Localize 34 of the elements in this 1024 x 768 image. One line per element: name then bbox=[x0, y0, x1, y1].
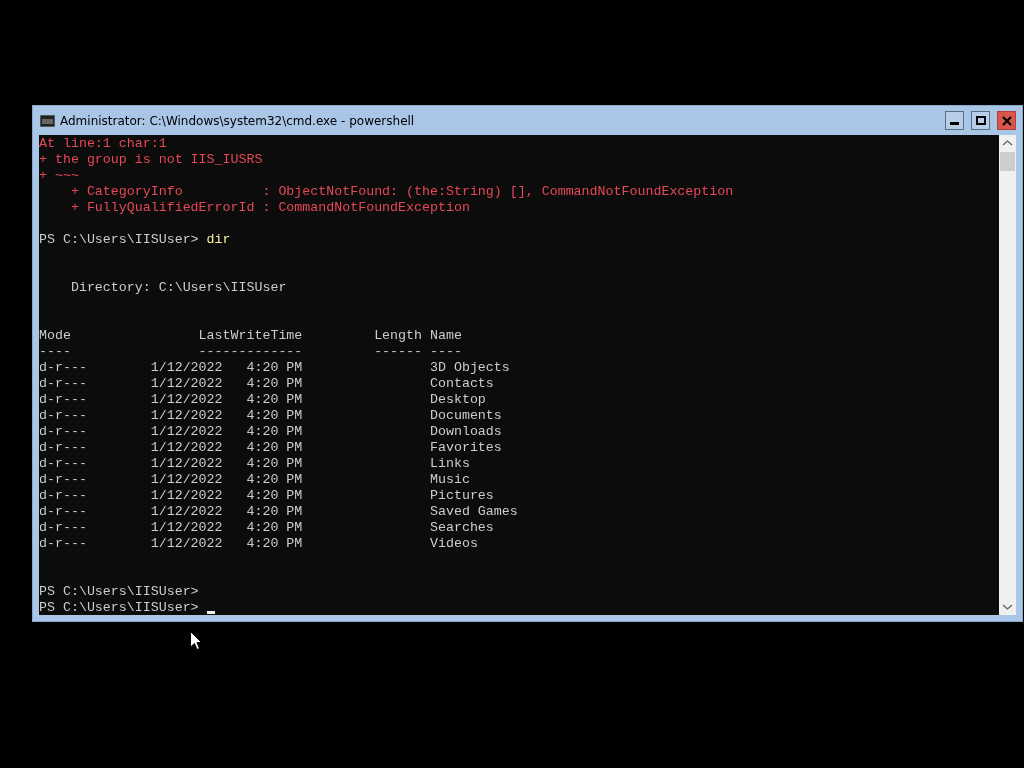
prompt-line: PS C:\Users\IISUser> bbox=[39, 600, 200, 615]
window-title: Administrator: C:\Windows\system32\cmd.exe - powershell bbox=[60, 113, 416, 128]
prompt-line: PS C:\Users\IISUser> bbox=[39, 584, 199, 599]
output-line: d-r--- 1/12/2022 4:20 PM Documents bbox=[39, 408, 502, 423]
output-line: d-r--- 1/12/2022 4:20 PM Saved Games bbox=[39, 504, 518, 519]
output-line: d-r--- 1/12/2022 4:20 PM Music bbox=[39, 472, 470, 487]
output-line: ---- ------------- ------ ---- bbox=[39, 344, 462, 359]
scroll-thumb[interactable] bbox=[1000, 152, 1015, 171]
error-line: + FullyQualifiedErrorId : CommandNotFoundException bbox=[69, 200, 470, 215]
output-line: d-r--- 1/12/2022 4:20 PM Pictures bbox=[39, 488, 494, 503]
close-button[interactable] bbox=[997, 111, 1016, 130]
output-line: d-r--- 1/12/2022 4:20 PM Favorites bbox=[39, 440, 502, 455]
output-line: d-r--- 1/12/2022 4:20 PM Links bbox=[39, 456, 470, 471]
close-icon bbox=[1001, 115, 1012, 126]
output-line: d-r--- 1/12/2022 4:20 PM Downloads bbox=[39, 424, 502, 439]
maximize-button[interactable] bbox=[971, 111, 990, 130]
output-line: d-r--- 1/12/2022 4:20 PM Videos bbox=[39, 536, 478, 551]
output-line: d-r--- 1/12/2022 4:20 PM 3D Objects bbox=[39, 360, 510, 375]
output-line: Mode LastWriteTime Length Name bbox=[39, 328, 462, 343]
text-cursor bbox=[206, 611, 215, 614]
mouse-pointer-icon bbox=[190, 631, 202, 651]
scrollbar[interactable] bbox=[999, 135, 1016, 615]
error-line: At line:1 char:1 bbox=[39, 136, 167, 151]
maximize-icon bbox=[975, 116, 986, 125]
minimize-button[interactable] bbox=[945, 111, 964, 130]
output-line: d-r--- 1/12/2022 4:20 PM Searches bbox=[39, 520, 494, 535]
error-line: + CategoryInfo : ObjectNotFound: (the:String) [], CommandNotFoundException bbox=[69, 184, 734, 199]
console-icon bbox=[40, 114, 55, 127]
output-line: d-r--- 1/12/2022 4:20 PM Contacts bbox=[39, 376, 494, 391]
error-line: + the group is not IIS_IUSRS bbox=[39, 152, 263, 167]
output-line: Directory: C:\Users\IISUser bbox=[69, 280, 287, 295]
output-line: d-r--- 1/12/2022 4:20 PM Desktop bbox=[39, 392, 486, 407]
error-line: + ~~~ bbox=[39, 168, 79, 183]
prompt-line: PS C:\Users\IISUser> dir bbox=[39, 232, 231, 247]
